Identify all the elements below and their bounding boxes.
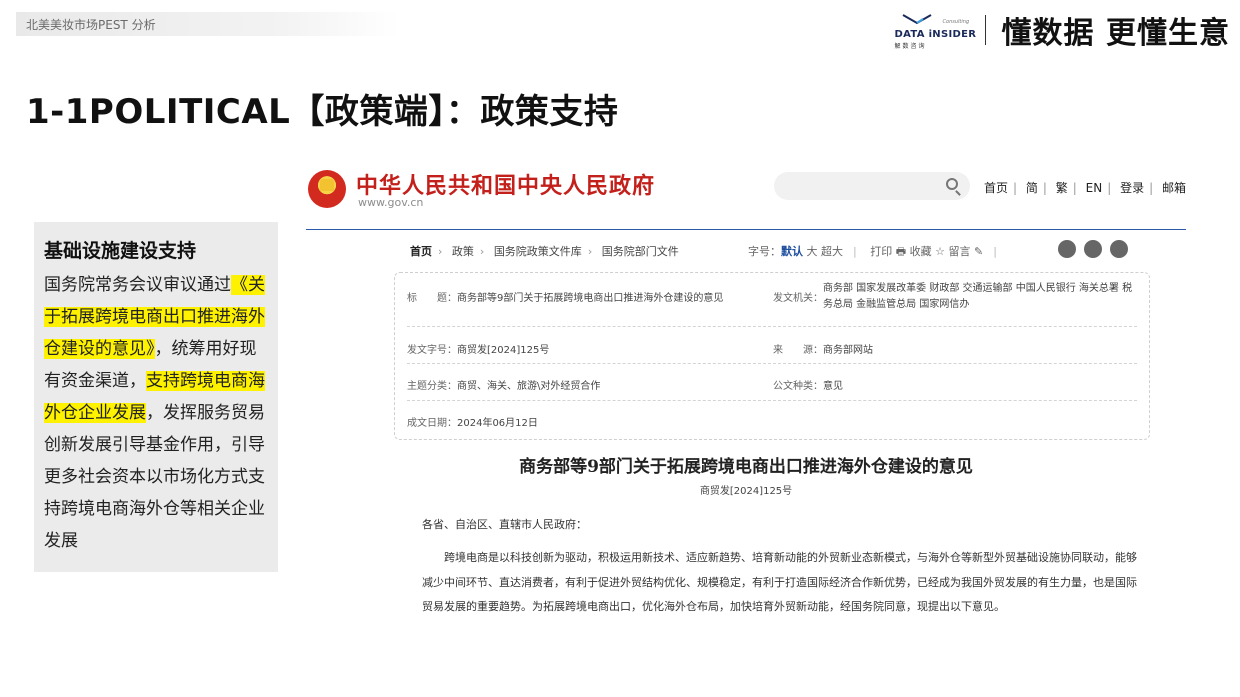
- link-mail[interactable]: 邮箱: [1162, 181, 1186, 195]
- logo-text: DATA iNSIDER: [894, 29, 977, 40]
- section-label: 北美美妆市场PEST 分析: [26, 18, 156, 32]
- meta-divider: [407, 400, 1137, 401]
- document-number: 商贸发[2024]125号: [699, 486, 793, 497]
- gov-search-input[interactable]: [774, 172, 970, 200]
- document-body: 跨境电商是以科技创新为驱动，积极运用新技术、适应新趋势、培育新动能的外贸新业态新…: [422, 551, 1137, 613]
- comment-button[interactable]: 留言: [948, 245, 970, 258]
- breadcrumb-dept-docs[interactable]: 国务院部门文件: [602, 245, 679, 258]
- brand-divider: [984, 15, 986, 45]
- link-simplified[interactable]: 简: [1026, 181, 1038, 195]
- document-title: 商务部等9部门关于拓展跨境电商出口推进海外仓建设的意见: [519, 457, 973, 477]
- meta-date-label: 成文日期：: [407, 418, 457, 429]
- logo-subtext: 解数咨询: [894, 43, 927, 50]
- page-title: 1-1POLITICAL【政策端】：政策支持: [26, 92, 619, 132]
- meta-topic-value: 商贸、海关、旅游\对外经贸合作: [457, 381, 601, 392]
- link-home[interactable]: 首页: [984, 181, 1008, 195]
- print-button[interactable]: 打印: [870, 245, 892, 258]
- summary-text-1: 国务院常务会议审议通过: [44, 275, 231, 295]
- font-large-button[interactable]: 大: [807, 245, 818, 258]
- summary-text: 国务院常务会议审议通过《关于拓展跨境电商出口推进海外仓建设的意见》，统筹用好现有…: [44, 269, 268, 557]
- national-emblem-icon: [308, 170, 346, 208]
- header-divider: [306, 229, 1186, 230]
- summary-text-3: ，发挥服务贸易创新发展引导基金作用，引导更多社会资本以市场化方式支持跨境电商海外…: [44, 403, 265, 551]
- breadcrumb-policy[interactable]: 政策: [452, 245, 474, 258]
- favorite-icon[interactable]: [1110, 240, 1128, 258]
- meta-kind-value: 意见: [823, 381, 843, 392]
- breadcrumb: 首页 › 政策 › 国务院政策文件库 › 国务院部门文件: [410, 245, 679, 258]
- breadcrumb-library[interactable]: 国务院政策文件库: [494, 245, 582, 258]
- link-login[interactable]: 登录: [1120, 181, 1144, 195]
- font-default-button[interactable]: 默认: [781, 245, 803, 258]
- link-traditional[interactable]: 繁: [1056, 181, 1068, 195]
- data-insider-logo: Consulting DATA iNSIDER 解数咨询: [891, 11, 977, 50]
- meta-source-value: 商务部网站: [823, 345, 873, 356]
- document-meta-table: 标 题：商务部等9部门关于拓展跨境电商出口推进海外仓建设的意见 发文机关： 商务部…: [394, 272, 1150, 440]
- meta-date-value: 2024年06月12日: [457, 418, 538, 429]
- meta-topic-label: 主题分类：: [407, 381, 457, 392]
- meta-issuer-label: 发文机关：: [773, 293, 823, 304]
- meta-docno-value: 商贸发[2024]125号: [457, 345, 550, 356]
- logo-tag: Consulting: [942, 19, 970, 25]
- wechat-icon[interactable]: [1084, 240, 1102, 258]
- link-english[interactable]: EN: [1086, 181, 1103, 195]
- brand-header: Consulting DATA iNSIDER 解数咨询 懂数据 更懂生意: [891, 8, 1230, 52]
- article-tools: 字号：默认 大 超大 | 打印 🖶 收藏 ☆ 留言 ✎ |: [748, 245, 997, 258]
- font-xl-button[interactable]: 超大: [821, 245, 843, 258]
- weibo-icon[interactable]: [1058, 240, 1076, 258]
- search-icon[interactable]: [946, 178, 958, 190]
- section-label-bar: 北美美妆市场PEST 分析: [16, 12, 400, 36]
- meta-source-label: 来 源：: [773, 345, 823, 356]
- summary-heading: 基础设施建设支持: [44, 240, 197, 262]
- gov-site-url: www.gov.cn: [358, 196, 424, 209]
- brand-slogan: 懂数据 更懂生意: [1001, 16, 1230, 51]
- font-size-label: 字号：: [748, 245, 781, 258]
- meta-issuer-value: 商务部 国家发展改革委 财政部 交通运输部 中国人民银行 海关总署 税务总局 金…: [823, 283, 1133, 310]
- meta-docno-label: 发文字号：: [407, 345, 457, 356]
- logo-mark-icon: [902, 14, 932, 25]
- gov-website-screenshot: 中华人民共和国中央人民政府 www.gov.cn 首页 | 简 | 繁 | EN | 登…: [306, 160, 1186, 660]
- gov-top-links: 首页 | 简 | 繁 | EN | 登录 | 邮箱: [984, 181, 1187, 195]
- collect-button[interactable]: 收藏 ☆: [910, 245, 945, 258]
- document-greeting: 各省、自治区、直辖市人民政府：: [422, 518, 587, 531]
- breadcrumb-home[interactable]: 首页: [410, 245, 432, 258]
- meta-divider: [407, 326, 1137, 327]
- share-icons: [1058, 240, 1128, 258]
- meta-title-value: 商务部等9部门关于拓展跨境电商出口推进海外仓建设的意见: [457, 293, 724, 304]
- policy-summary-box: 基础设施建设支持 国务院常务会议审议通过《关于拓展跨境电商出口推进海外仓建设的意…: [34, 222, 278, 572]
- meta-kind-label: 公文种类：: [773, 381, 823, 392]
- meta-divider: [407, 363, 1137, 364]
- meta-title-label: 标 题：: [407, 293, 457, 304]
